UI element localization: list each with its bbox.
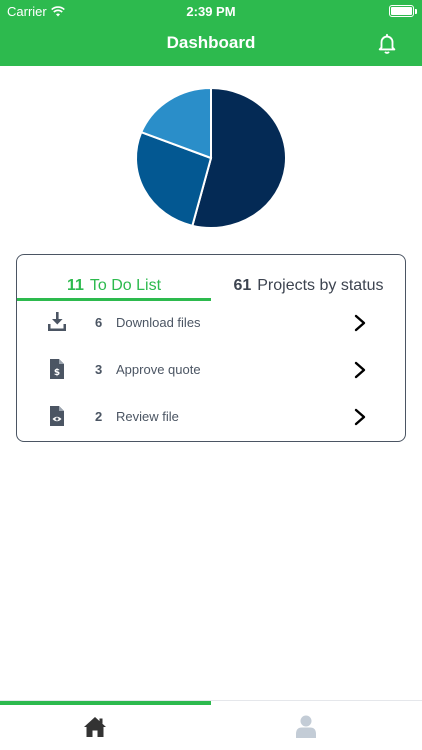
todo-label: Download files xyxy=(116,315,201,330)
project-pie-chart xyxy=(134,86,288,229)
bell-icon[interactable] xyxy=(376,32,398,54)
todo-count: 2 xyxy=(95,409,103,424)
page-title: Dashboard xyxy=(166,33,256,52)
todo-count: 3 xyxy=(95,362,103,377)
active-tab-indicator xyxy=(17,298,211,301)
bottom-tab-bar xyxy=(0,700,422,750)
chevron-right-icon xyxy=(354,314,366,332)
app-header: Carrier 2:39 PM Dashboard xyxy=(0,0,422,66)
tab-projects-label: Projects by status xyxy=(257,277,384,294)
tab-projects-count: 61 xyxy=(233,277,252,294)
todo-row-review-file[interactable]: 2 Review file xyxy=(17,397,405,437)
active-nav-indicator xyxy=(0,701,211,705)
file-view-icon xyxy=(50,406,64,426)
battery-icon xyxy=(389,5,417,17)
todo-label: Approve quote xyxy=(116,362,201,377)
dashboard-card: 11 To Do List 61 Projects by status 6 Down… xyxy=(16,254,406,442)
home-icon[interactable] xyxy=(83,715,107,739)
download-icon xyxy=(48,312,66,331)
profile-icon[interactable] xyxy=(294,714,318,738)
chevron-right-icon xyxy=(354,361,366,379)
todo-row-approve-quote[interactable]: $ 3 Approve quote xyxy=(17,350,405,390)
chevron-right-icon xyxy=(354,408,366,426)
todo-count: 6 xyxy=(95,315,103,330)
tab-todo-count: 11 xyxy=(66,277,84,294)
todo-label: Review file xyxy=(116,409,179,424)
invoice-icon: $ xyxy=(50,359,64,379)
status-bar: Carrier 2:39 PM xyxy=(0,0,422,22)
status-time: 2:39 PM xyxy=(186,4,236,19)
svg-text:$: $ xyxy=(54,368,60,378)
tab-todo-label: To Do List xyxy=(89,277,162,294)
tab-projects-by-status[interactable]: 61 Projects by status xyxy=(211,277,406,301)
todo-row-download-files[interactable]: 6 Download files xyxy=(17,303,405,343)
